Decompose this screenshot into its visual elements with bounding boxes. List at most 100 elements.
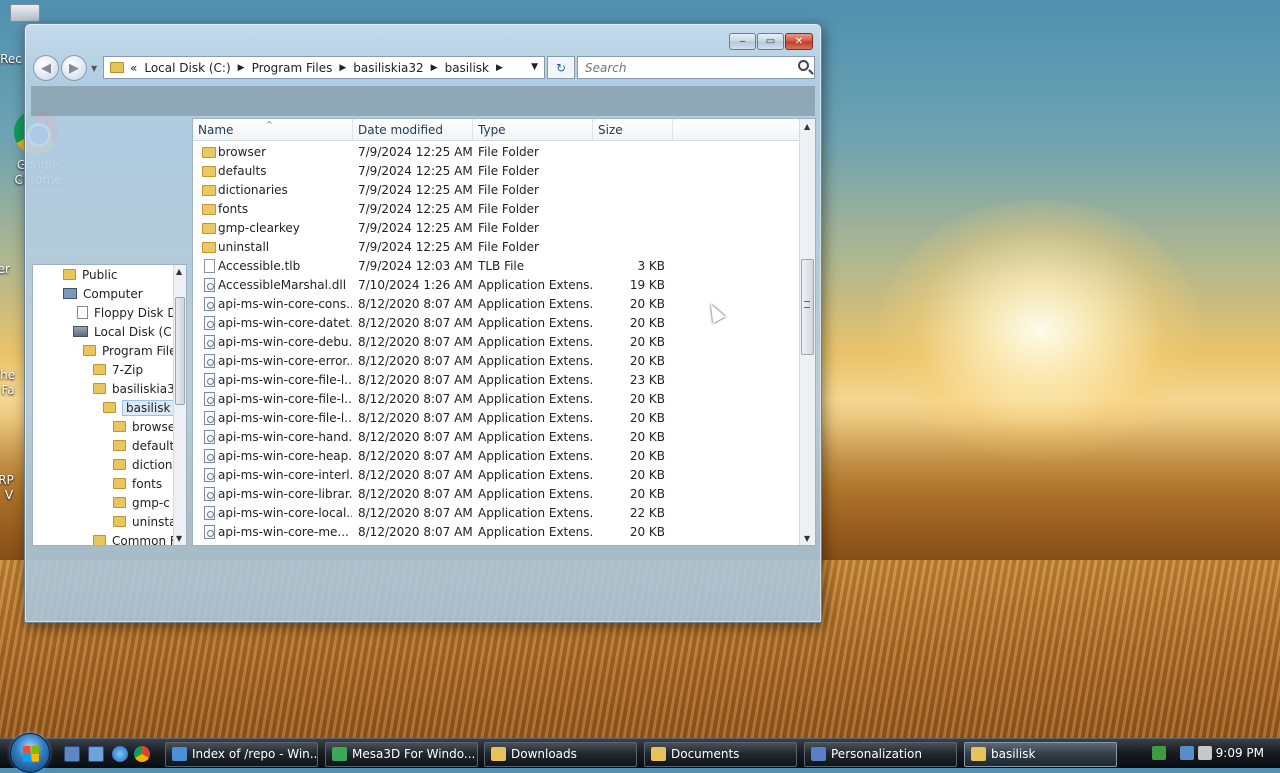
breadcrumb-separator-icon[interactable]: ▶ (431, 63, 438, 73)
breadcrumb-separator-icon[interactable]: ▶ (238, 63, 245, 73)
taskbar-button[interactable]: Mesa3D For Windo... (325, 742, 478, 767)
recent-pages-dropdown[interactable]: ▼ (91, 64, 97, 73)
folder-icon (202, 204, 216, 215)
system-tray: 9:09 PM (1140, 739, 1280, 769)
scroll-down-icon[interactable]: ▼ (804, 534, 810, 543)
file-list[interactable]: Name ^ Date modified Type Size browser 7/… (192, 118, 816, 546)
column-header-size[interactable]: Size (593, 119, 673, 141)
file-row[interactable]: api-ms-win-core-file-l... 8/12/2020 8:07 … (193, 390, 800, 409)
scroll-down-icon[interactable]: ▼ (176, 534, 182, 543)
internet-explorer-icon[interactable] (112, 746, 128, 762)
breadcrumb-program-files[interactable]: Program Files (252, 61, 333, 75)
taskbar-button[interactable]: basilisk (964, 742, 1117, 767)
taskbar-button[interactable]: Personalization (804, 742, 957, 767)
network-icon[interactable] (1180, 746, 1194, 760)
column-header-type[interactable]: Type (473, 119, 593, 141)
chrome-quicklaunch-icon[interactable] (134, 746, 150, 762)
recycle-bin-icon[interactable] (0, 4, 50, 22)
file-row[interactable]: api-ms-win-core-me... 8/12/2020 8:07 AM Ap… (193, 523, 800, 542)
switch-windows-icon[interactable] (88, 746, 104, 762)
tree-item-basilisk[interactable]: basilisk (103, 398, 175, 417)
search-input[interactable] (583, 59, 783, 76)
tree-item-local-disk[interactable]: Local Disk (C:) (73, 322, 180, 341)
address-bar[interactable]: « Local Disk (C:) ▶ Program Files ▶ basi… (103, 56, 545, 79)
search-icon[interactable] (798, 60, 809, 71)
refresh-button[interactable]: ↻ (547, 56, 575, 79)
file-row[interactable]: defaults 7/9/2024 12:25 AM File Folder (193, 162, 800, 181)
tree-item-public[interactable]: Public (63, 265, 118, 284)
tree-item-fonts[interactable]: fonts (113, 474, 162, 493)
file-date: 8/12/2020 8:07 AM (358, 316, 472, 330)
file-row[interactable]: api-ms-win-core-file-l... 8/12/2020 8:07 … (193, 409, 800, 428)
file-name: AccessibleMarshal.dll (218, 278, 347, 292)
list-scrollbar[interactable]: ▲ ▼ (799, 119, 815, 545)
file-row[interactable]: gmp-clearkey 7/9/2024 12:25 AM File Folder (193, 219, 800, 238)
file-row[interactable]: api-ms-win-core-heap... 8/12/2020 8:07 AM… (193, 447, 800, 466)
clock[interactable]: 9:09 PM (1216, 746, 1264, 760)
file-row[interactable]: dictionaries 7/9/2024 12:25 AM File Folder (193, 181, 800, 200)
file-date: 8/12/2020 8:07 AM (358, 411, 472, 425)
file-row[interactable]: api-ms-win-core-librar... 8/12/2020 8:07 … (193, 485, 800, 504)
taskbar: Index of /repo - Win... Mesa3D For Windo.… (0, 733, 1280, 773)
column-header-name[interactable]: Name ^ (193, 119, 353, 141)
volume-muted-icon[interactable] (1198, 746, 1212, 760)
tree-item-floppy[interactable]: Floppy Disk Dr (77, 303, 182, 322)
search-box[interactable] (577, 56, 815, 79)
dll-file-icon (204, 316, 215, 330)
tree-item-computer[interactable]: Computer (63, 284, 143, 303)
tree-item-label: Program File (102, 343, 177, 358)
tree-item-basiliskia32[interactable]: basiliskia32 (93, 379, 182, 398)
tree-item-uninstall[interactable]: uninsta (113, 512, 176, 531)
file-row[interactable]: uninstall 7/9/2024 12:25 AM File Folder (193, 238, 800, 257)
breadcrumb-overflow[interactable]: « (130, 61, 137, 75)
navigation-pane[interactable]: Public Computer Floppy Disk Dr Local Dis… (32, 264, 187, 546)
tree-item-defaults[interactable]: default (113, 436, 174, 455)
explorer-window[interactable]: ‒ ▭ ✕ ◀ ▶ ▼ « Local Disk (C:) ▶ Program … (24, 23, 822, 623)
scroll-up-icon[interactable]: ▲ (176, 267, 182, 276)
dll-file-icon (204, 506, 215, 520)
app-icon (491, 747, 506, 761)
file-row[interactable]: api-ms-win-core-local... 8/12/2020 8:07 A… (193, 504, 800, 523)
start-button[interactable] (10, 733, 50, 773)
breadcrumb-separator-icon[interactable]: ▶ (496, 63, 503, 73)
tree-item-gmp-clearkey[interactable]: gmp-c (113, 493, 170, 512)
taskbar-button[interactable]: Downloads (484, 742, 637, 767)
show-desktop-icon[interactable] (64, 746, 80, 762)
column-header-date[interactable]: Date modified (353, 119, 473, 141)
tree-scroll-thumb[interactable] (175, 297, 185, 405)
breadcrumb-basilisk[interactable]: basilisk (445, 61, 489, 75)
folder-icon (202, 223, 216, 234)
file-row[interactable]: api-ms-win-core-hand... 8/12/2020 8:07 AM… (193, 428, 800, 447)
forward-button[interactable]: ▶ (61, 55, 87, 81)
breadcrumb-separator-icon[interactable]: ▶ (339, 63, 346, 73)
tree-scrollbar[interactable]: ▲ ▼ (173, 265, 186, 545)
file-row[interactable]: api-ms-win-core-debu... 8/12/2020 8:07 AM… (193, 333, 800, 352)
tree-item-7zip[interactable]: 7-Zip (93, 360, 143, 379)
file-row[interactable]: browser 7/9/2024 12:25 AM File Folder (193, 143, 800, 162)
file-row[interactable]: Accessible.tlb 7/9/2024 12:03 AM TLB File 3… (193, 257, 800, 276)
taskbar-button[interactable]: Index of /repo - Win... (165, 742, 318, 767)
file-name: api-ms-win-core-hand... (218, 430, 352, 444)
file-row[interactable]: api-ms-win-core-file-l... 8/12/2020 8:07 … (193, 371, 800, 390)
breadcrumb-local-disk[interactable]: Local Disk (C:) (144, 61, 230, 75)
maximize-button[interactable]: ▭ (757, 33, 784, 50)
file-row[interactable]: AccessibleMarshal.dll 7/10/2024 1:26 AM Ap… (193, 276, 800, 295)
scroll-up-icon[interactable]: ▲ (804, 122, 810, 131)
file-name: api-ms-win-core-file-l... (218, 373, 352, 387)
address-dropdown-icon[interactable]: ▼ (531, 62, 538, 72)
folder-icon (63, 269, 76, 280)
file-row[interactable]: fonts 7/9/2024 12:25 AM File Folder (193, 200, 800, 219)
file-row[interactable]: api-ms-win-core-interl... 8/12/2020 8:07 … (193, 466, 800, 485)
file-date: 8/12/2020 8:07 AM (358, 392, 472, 406)
tree-item-common-files[interactable]: Common F (93, 531, 177, 545)
file-row[interactable]: api-ms-win-core-error... 8/12/2020 8:07 A… (193, 352, 800, 371)
shield-icon[interactable] (1152, 746, 1166, 760)
minimize-button[interactable]: ‒ (729, 33, 756, 50)
back-button[interactable]: ◀ (33, 55, 59, 81)
tree-item-dictionaries[interactable]: diction (113, 455, 173, 474)
taskbar-button[interactable]: Documents (644, 742, 797, 767)
tree-item-browser[interactable]: browse (113, 417, 175, 436)
tree-item-program-files[interactable]: Program File (83, 341, 177, 360)
close-button[interactable]: ✕ (785, 33, 813, 50)
breadcrumb-basiliskia32[interactable]: basiliskia32 (353, 61, 423, 75)
